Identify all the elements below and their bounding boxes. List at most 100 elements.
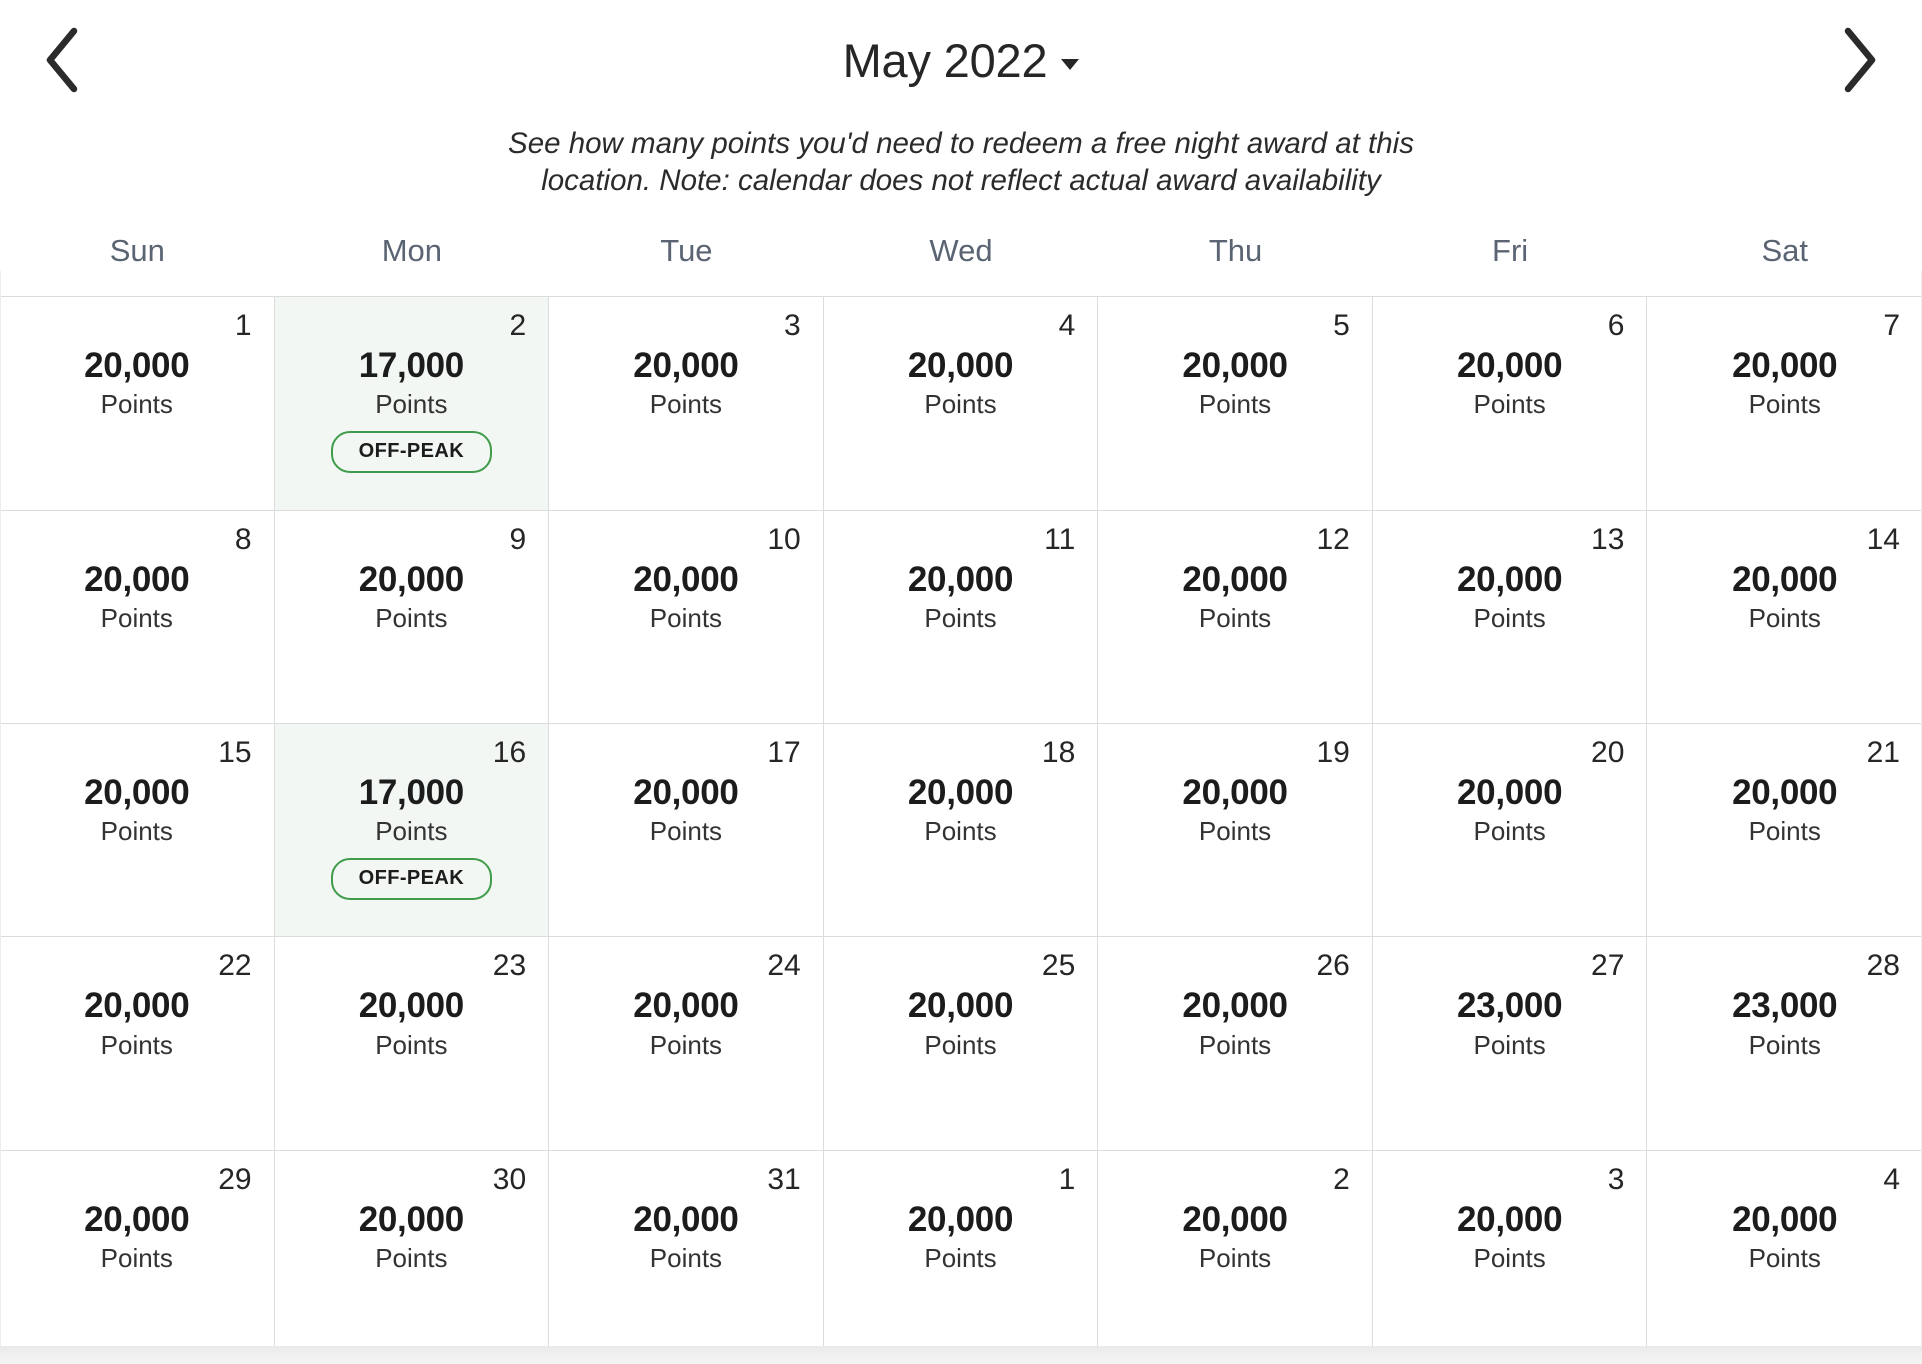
day-cell[interactable]: 9 20,000 Points <box>274 510 550 724</box>
day-cell[interactable]: 23 20,000 Points <box>274 937 550 1151</box>
description-line-1: See how many points you'd need to redeem… <box>508 127 1414 160</box>
day-cell[interactable]: 22 20,000 Points <box>0 937 275 1151</box>
day-cell[interactable]: 30 20,000 Points <box>274 1150 550 1364</box>
calendar-day-grid: 1 20,000 Points 2 17,000 Points OFF-PEAK 3 20,00… <box>0 296 1922 1364</box>
points-label: Points <box>375 1029 448 1060</box>
day-cell[interactable]: 16 17,000 Points OFF-PEAK <box>274 723 550 938</box>
day-cell[interactable]: 8 20,000 Points <box>0 510 275 724</box>
points-value: 20,000 <box>907 772 1014 812</box>
day-number: 18 <box>1041 735 1076 769</box>
points-value: 20,000 <box>633 1199 739 1239</box>
day-cell[interactable]: 24 20,000 Points <box>549 937 824 1151</box>
day-cell[interactable]: 20 20,000 Points <box>1372 723 1648 938</box>
day-number: 1 <box>1058 1162 1076 1196</box>
day-cell[interactable]: 31 20,000 Points <box>549 1150 824 1364</box>
day-number: 27 <box>1591 949 1625 983</box>
points-value: 20,000 <box>1182 346 1288 386</box>
day-cell[interactable]: 4 20,000 Points <box>1647 1150 1922 1364</box>
points-label: Points <box>100 602 173 633</box>
day-cell[interactable]: 27 23,000 Points <box>1372 937 1648 1151</box>
points-block: 20,000 Points <box>633 345 739 421</box>
day-number: 26 <box>1316 949 1350 983</box>
day-number: 11 <box>1044 522 1076 556</box>
day-number: 21 <box>1866 735 1900 769</box>
points-block: 20,000 Points <box>633 772 739 848</box>
points-block: 20,000 Points <box>907 559 1014 635</box>
day-cell[interactable]: 4 20,000 Points <box>823 297 1099 511</box>
points-block: 20,000 Points <box>907 772 1014 848</box>
points-value: 20,000 <box>1732 346 1838 386</box>
points-label: Points <box>1473 1242 1546 1273</box>
day-cell[interactable]: 14 20,000 Points <box>1647 510 1922 724</box>
points-block: 23,000 Points <box>1732 985 1838 1061</box>
points-block: 20,000 Points <box>84 985 190 1061</box>
points-label: Points <box>375 1242 448 1273</box>
day-number: 20 <box>1591 735 1625 769</box>
points-block: 20,000 Points <box>1457 772 1563 848</box>
month-selector[interactable]: May 2022 <box>0 0 1922 120</box>
horizontal-scrollbar[interactable] <box>0 1346 1922 1364</box>
day-cell[interactable]: 6 20,000 Points <box>1372 297 1648 511</box>
points-block: 20,000 Points <box>1182 345 1288 421</box>
weekday-header-wed: Wed <box>929 233 993 269</box>
points-value: 20,000 <box>633 559 739 599</box>
day-cell[interactable]: 1 20,000 Points <box>0 297 275 511</box>
next-month-button[interactable] <box>1804 0 1914 120</box>
day-cell[interactable]: 21 20,000 Points <box>1647 723 1922 938</box>
points-block: 20,000 Points <box>1732 772 1838 848</box>
weekday-header-fri: Fri <box>1492 233 1529 269</box>
day-cell[interactable]: 18 20,000 Points <box>823 723 1099 938</box>
day-cell[interactable]: 15 20,000 Points <box>0 723 275 938</box>
points-label: Points <box>649 1029 723 1060</box>
points-label: Points <box>924 602 997 633</box>
points-value: 20,000 <box>633 772 739 812</box>
points-label: Points <box>100 1242 173 1273</box>
day-cell[interactable]: 19 20,000 Points <box>1098 723 1373 938</box>
points-value: 20,000 <box>633 346 739 386</box>
points-value: 20,000 <box>1182 1199 1288 1239</box>
day-number: 12 <box>1316 522 1350 556</box>
day-number: 31 <box>767 1162 801 1196</box>
day-number: 19 <box>1316 735 1350 769</box>
day-number: 1 <box>234 309 252 343</box>
offpeak-badge: OFF-PEAK <box>330 430 493 473</box>
day-cell[interactable]: 28 23,000 Points <box>1647 937 1922 1151</box>
day-cell[interactable]: 29 20,000 Points <box>0 1150 275 1364</box>
day-cell[interactable]: 26 20,000 Points <box>1098 937 1373 1151</box>
points-value: 20,000 <box>907 559 1014 599</box>
day-cell[interactable]: 10 20,000 Points <box>549 510 824 724</box>
day-number: 6 <box>1607 309 1625 343</box>
award-points-calendar: May 2022 See how many points you'd need … <box>0 0 1922 1364</box>
points-value: 20,000 <box>1732 1199 1838 1239</box>
points-label: Points <box>1198 389 1272 420</box>
day-cell[interactable]: 17 20,000 Points <box>549 723 824 938</box>
day-cell[interactable]: 2 20,000 Points <box>1098 1150 1373 1364</box>
day-cell[interactable]: 5 20,000 Points <box>1098 297 1373 511</box>
day-cell[interactable]: 7 20,000 Points <box>1647 297 1922 511</box>
day-cell[interactable]: 3 20,000 Points <box>1372 1150 1648 1364</box>
day-cell[interactable]: 11 20,000 Points <box>823 510 1099 724</box>
day-cell[interactable]: 12 20,000 Points <box>1098 510 1373 724</box>
day-cell[interactable]: 3 20,000 Points <box>549 297 824 511</box>
day-cell[interactable]: 1 20,000 Points <box>823 1150 1099 1364</box>
day-cell[interactable]: 25 20,000 Points <box>823 937 1099 1151</box>
points-label: Points <box>1198 1242 1272 1273</box>
day-number: 30 <box>492 1162 527 1196</box>
points-label: Points <box>1473 389 1546 420</box>
points-block: 17,000 Points OFF-PEAK <box>330 772 493 900</box>
points-label: Points <box>1473 602 1546 633</box>
calendar-header: May 2022 <box>0 0 1922 120</box>
points-label: Points <box>1748 389 1821 420</box>
points-label: Points <box>1198 816 1272 847</box>
points-label: Points <box>1473 1029 1546 1060</box>
day-cell[interactable]: 2 17,000 Points OFF-PEAK <box>274 297 550 511</box>
points-block: 20,000 Points <box>1732 1199 1838 1275</box>
points-block: 17,000 Points OFF-PEAK <box>330 345 493 473</box>
weekday-header-row: Sun Mon Tue Wed Thu Fri Sat <box>0 199 1922 296</box>
offpeak-badge: OFF-PEAK <box>330 857 493 900</box>
points-label: Points <box>1748 816 1821 847</box>
day-number: 4 <box>1058 309 1076 343</box>
points-label: Points <box>100 1029 173 1060</box>
day-cell[interactable]: 13 20,000 Points <box>1372 510 1648 724</box>
points-label: Points <box>924 1029 997 1060</box>
